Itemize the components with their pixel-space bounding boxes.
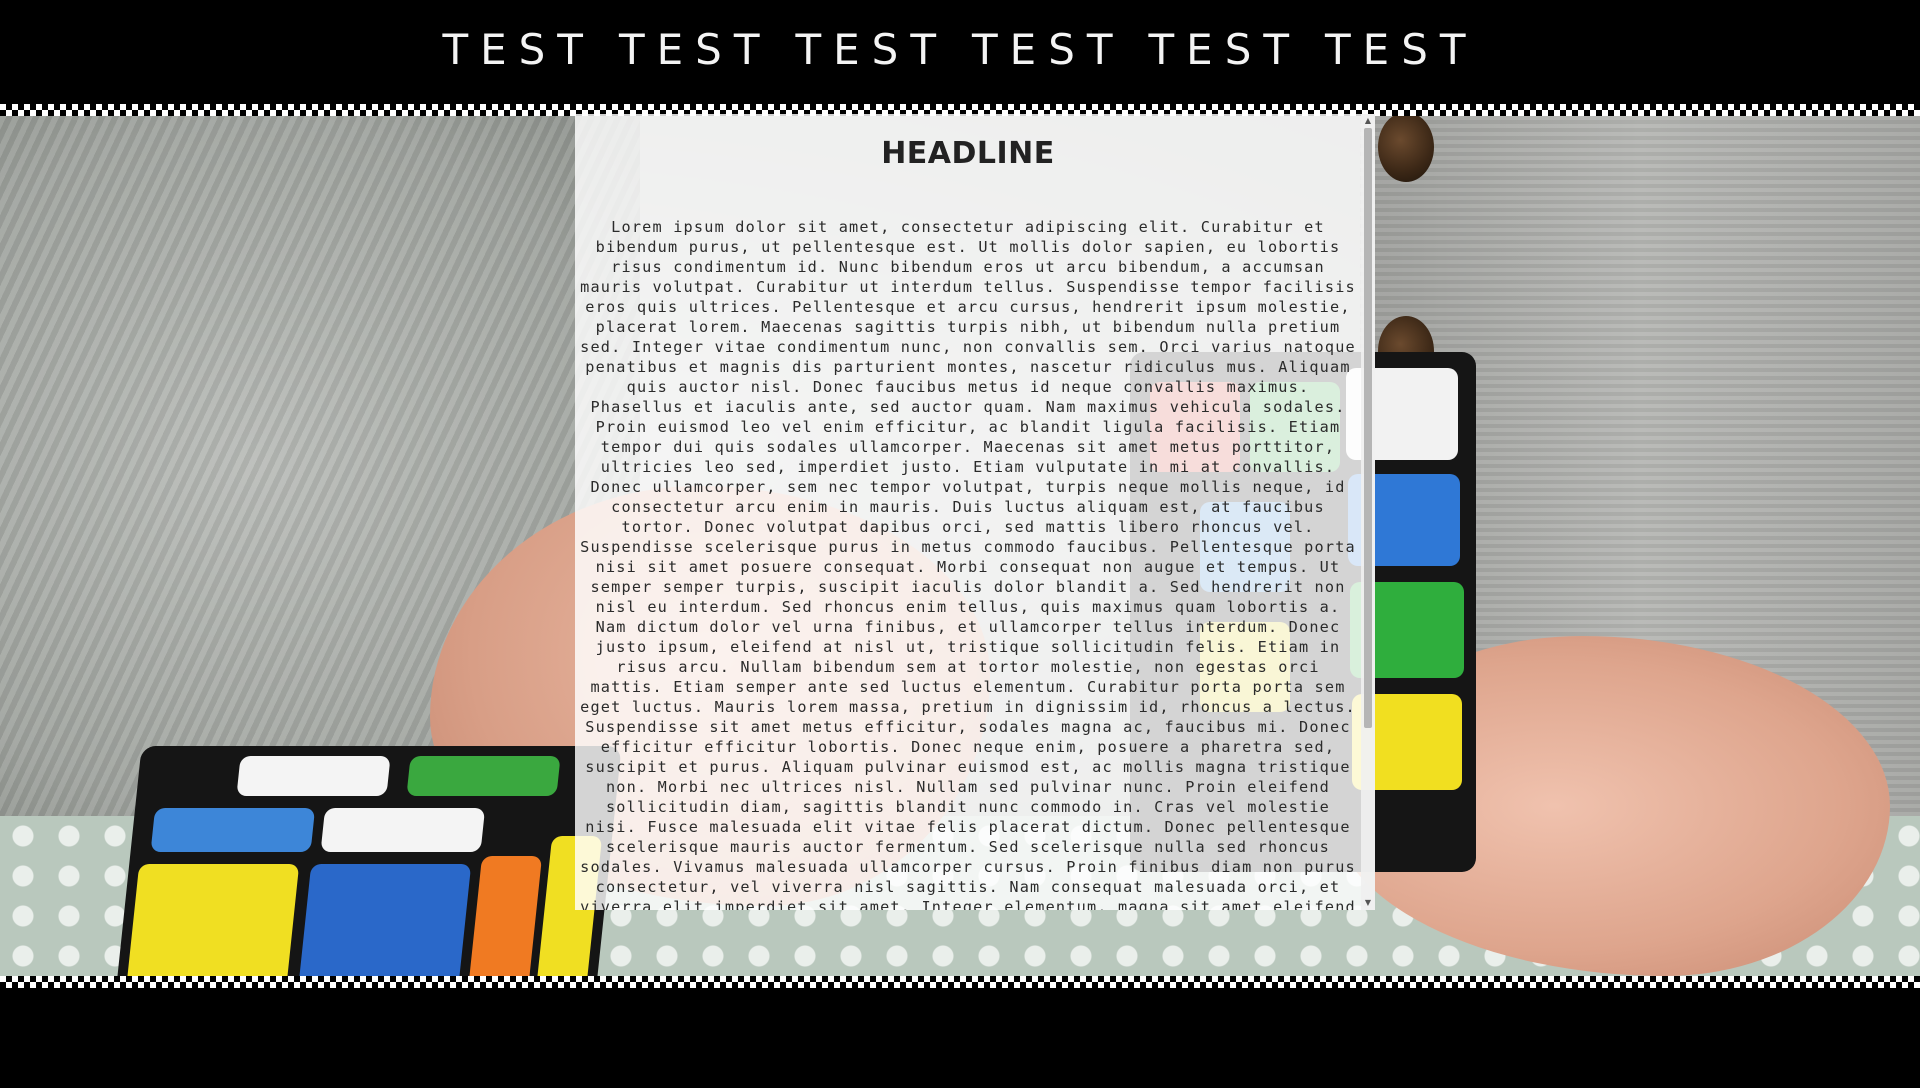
nav-item-4[interactable]: TEST [972, 26, 1125, 74]
panel-scrollbar[interactable]: ▲ ▼ [1361, 114, 1375, 910]
cube-sticker-blue [150, 808, 316, 852]
nav-item-3[interactable]: TEST [795, 26, 948, 74]
body-text: Lorem ipsum dolor sit amet, consectetur … [580, 218, 1356, 910]
top-navigation: TEST TEST TEST TEST TEST TEST [0, 0, 1920, 104]
page: TEST TEST TEST TEST TEST TEST HEADLINE L… [0, 0, 1920, 1088]
rubiks-cube-left [114, 746, 622, 976]
scrollbar-thumb[interactable] [1364, 128, 1372, 728]
content-panel-scroll-area[interactable]: HEADLINE Lorem ipsum dolor sit amet, con… [575, 114, 1361, 910]
nav-item-1[interactable]: TEST [442, 26, 595, 74]
headline: HEADLINE [881, 136, 1055, 171]
content-panel[interactable]: HEADLINE Lorem ipsum dolor sit amet, con… [575, 114, 1375, 910]
nav-item-5[interactable]: TEST [1149, 26, 1302, 74]
scroll-down-arrow-icon[interactable]: ▼ [1361, 896, 1375, 910]
cube-sticker-white [236, 756, 391, 796]
checkered-border-bottom [0, 976, 1920, 988]
cube-sticker-blue [296, 864, 472, 976]
scroll-up-arrow-icon[interactable]: ▲ [1361, 114, 1375, 128]
cube-sticker-green [406, 756, 561, 796]
cube-sticker-yellow [124, 864, 300, 976]
footer-bar [0, 988, 1920, 1088]
nav-item-6[interactable]: TEST [1325, 26, 1478, 74]
cube-sticker-white [320, 808, 486, 852]
nav-item-2[interactable]: TEST [619, 26, 772, 74]
cube-sticker-orange [467, 856, 543, 976]
